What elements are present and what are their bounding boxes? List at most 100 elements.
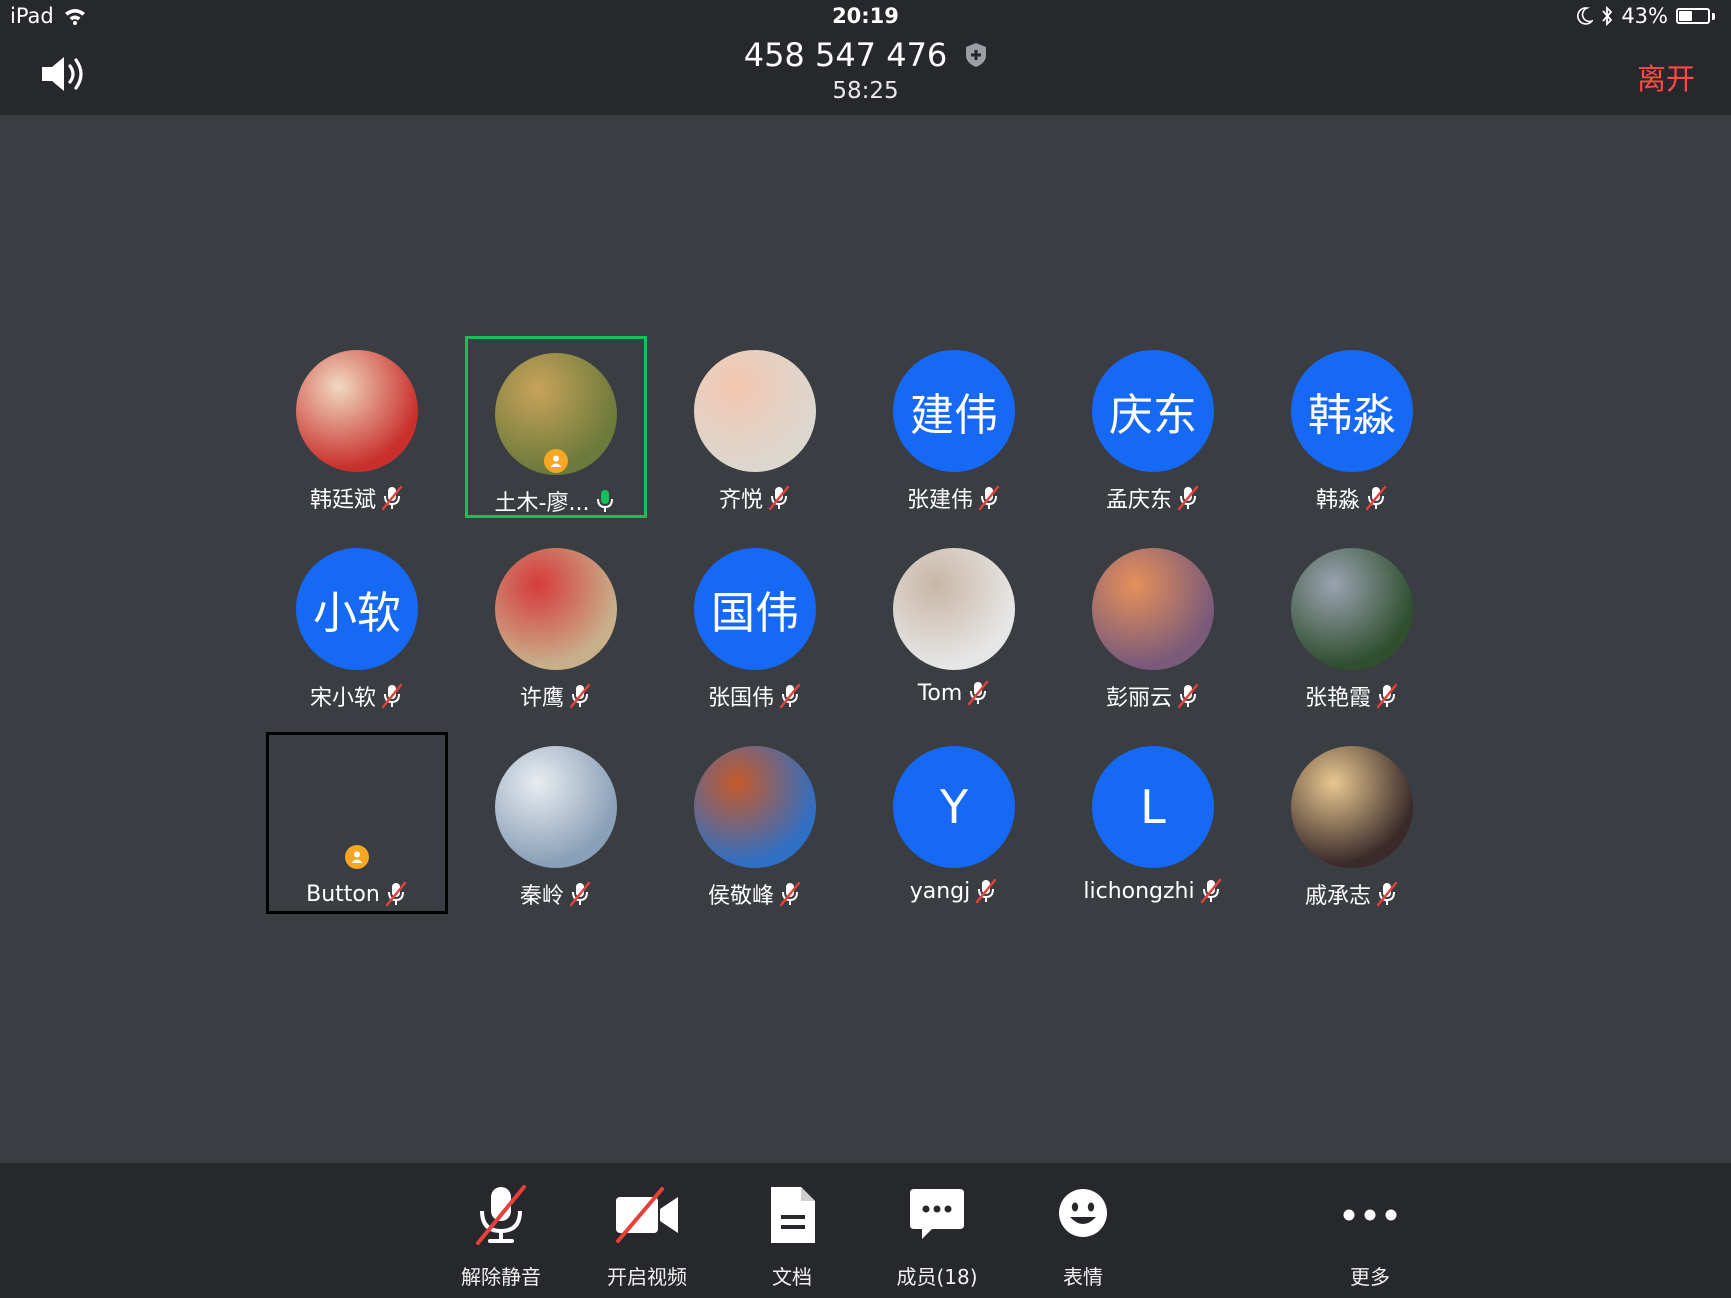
more-label: 更多 xyxy=(1350,1265,1390,1289)
participant-name: 孟庆东 xyxy=(1105,488,1172,513)
participant-name-row: 土木-廖... xyxy=(468,485,644,517)
participant-name: 张艳霞 xyxy=(1304,686,1371,711)
unmute-button[interactable]: 解除静音 xyxy=(446,1163,556,1298)
avatar: 庆东 xyxy=(1092,350,1214,472)
participant-name-row: lichongzhi xyxy=(1062,878,1244,904)
participant-tile[interactable]: 小软 宋小软 xyxy=(266,534,448,716)
participant-tile[interactable]: 韩淼 韩淼 xyxy=(1261,336,1443,518)
participant-tile[interactable]: Button xyxy=(266,732,448,914)
participant-name-row: Button xyxy=(269,881,445,907)
shield-icon[interactable] xyxy=(965,42,987,68)
participant-name: 彭丽云 xyxy=(1105,686,1172,711)
mic-muted-icon xyxy=(476,1185,526,1245)
mic-muted-icon xyxy=(978,485,1000,511)
avatar: L xyxy=(1092,746,1214,868)
mic-muted-icon xyxy=(779,683,801,709)
avatar: Y xyxy=(893,746,1015,868)
bottom-toolbar: 解除静音 开启视频 文档 成员(18) 表情 更多 xyxy=(0,1163,1731,1298)
start-video-label: 开启视频 xyxy=(607,1265,687,1289)
mic-active-icon xyxy=(597,490,614,512)
participant-tile[interactable]: 建伟 张建伟 xyxy=(863,336,1045,518)
participant-tile[interactable]: 庆东孟庆东 xyxy=(1062,336,1244,518)
battery-level xyxy=(1679,11,1692,21)
bluetooth-icon xyxy=(1602,6,1613,26)
participant-tile[interactable]: 齐悦 xyxy=(664,336,846,518)
participant-tile[interactable]: Yyangj xyxy=(863,732,1045,914)
meeting-id-row: 458 547 476 xyxy=(0,36,1731,74)
avatar-initials: 建伟 xyxy=(910,390,998,441)
mic-muted-icon xyxy=(1376,683,1398,709)
participant-tile[interactable]: 戚承志 xyxy=(1261,732,1443,914)
participant-tile[interactable]: Tom xyxy=(863,534,1045,716)
mic-muted-icon xyxy=(1177,485,1199,511)
docs-button[interactable]: 文档 xyxy=(737,1163,847,1298)
avatar xyxy=(296,350,418,472)
participant-name-row: 侯敬峰 xyxy=(664,878,846,910)
participant-tile[interactable]: Llichongzhi xyxy=(1062,732,1244,914)
docs-label: 文档 xyxy=(772,1265,812,1289)
participant-tile[interactable]: 国伟 张国伟 xyxy=(664,534,846,716)
mic-muted-icon xyxy=(976,878,997,904)
meeting-timer: 58:25 xyxy=(832,78,899,104)
participant-name: Button xyxy=(306,881,380,907)
participant-name: 土木-廖... xyxy=(494,491,590,516)
participant-tile[interactable]: 土木-廖... xyxy=(465,336,647,518)
participant-name-row: 许鹰 xyxy=(465,680,647,712)
participant-tile[interactable]: 许鹰 xyxy=(465,534,647,716)
start-video-button[interactable]: 开启视频 xyxy=(592,1163,702,1298)
battery-percent: 43% xyxy=(1621,4,1668,28)
avatar xyxy=(495,548,617,670)
mic-muted-icon xyxy=(1177,683,1199,709)
avatar-initials: 韩淼 xyxy=(1308,390,1396,441)
avatar: 小软 xyxy=(296,548,418,670)
avatar-initials: 小软 xyxy=(313,588,401,639)
mic-muted-icon xyxy=(768,485,790,511)
participant-name: 侯敬峰 xyxy=(707,884,774,909)
participant-tile[interactable]: 韩廷斌 xyxy=(266,336,448,518)
moon-icon xyxy=(1577,7,1594,25)
mic-muted-icon xyxy=(779,881,801,907)
avatar: 建伟 xyxy=(893,350,1015,472)
mic-muted-icon xyxy=(1376,881,1398,907)
participant-name: 韩淼 xyxy=(1315,488,1360,513)
more-dots-icon xyxy=(1343,1209,1397,1221)
members-button[interactable]: 成员(18) xyxy=(882,1163,992,1298)
participant-name-row: 彭丽云 xyxy=(1062,680,1244,712)
participant-name-row: 戚承志 xyxy=(1261,878,1443,910)
avatar-initials: L xyxy=(1140,780,1166,834)
participant-tile[interactable]: 秦岭 xyxy=(465,732,647,914)
avatar xyxy=(893,548,1015,670)
participant-name: Tom xyxy=(917,680,963,706)
unmute-label: 解除静音 xyxy=(461,1265,541,1289)
smiley-icon xyxy=(1059,1189,1107,1237)
mic-muted-icon xyxy=(569,683,591,709)
participant-name: 张国伟 xyxy=(707,686,774,711)
participant-name-row: 张国伟 xyxy=(664,680,846,712)
avatar: 韩淼 xyxy=(1291,350,1413,472)
avatar xyxy=(694,746,816,868)
leave-button[interactable]: 离开 xyxy=(1637,56,1695,98)
participant-name: 齐悦 xyxy=(718,488,763,513)
participant-name: 秦岭 xyxy=(519,884,564,909)
avatar xyxy=(1092,548,1214,670)
participant-tile[interactable]: 彭丽云 xyxy=(1062,534,1244,716)
participant-name-row: 韩淼 xyxy=(1261,482,1443,514)
mic-muted-icon xyxy=(381,683,403,709)
more-button[interactable]: 更多 xyxy=(1315,1163,1425,1298)
participant-tile[interactable]: 侯敬峰 xyxy=(664,732,846,914)
mic-muted-icon xyxy=(968,680,989,706)
members-label: 成员(18) xyxy=(896,1265,978,1289)
mic-muted-icon xyxy=(385,881,407,907)
emoji-label: 表情 xyxy=(1063,1265,1103,1289)
battery-tip xyxy=(1712,12,1715,20)
mic-muted-icon xyxy=(381,485,403,511)
video-off-icon xyxy=(616,1187,678,1243)
participant-name-row: 韩廷斌 xyxy=(266,482,448,514)
mic-muted-icon xyxy=(1365,485,1387,511)
avatar xyxy=(495,746,617,868)
avatar-initials: Y xyxy=(939,780,969,834)
participant-tile[interactable]: 张艳霞 xyxy=(1261,534,1443,716)
participant-name-row: 秦岭 xyxy=(465,878,647,910)
emoji-button[interactable]: 表情 xyxy=(1028,1163,1138,1298)
status-bar-right: 43% xyxy=(1577,4,1715,28)
